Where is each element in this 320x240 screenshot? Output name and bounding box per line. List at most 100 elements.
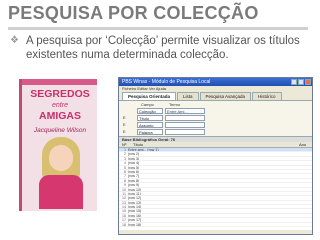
row-number: 3 — [124, 156, 126, 161]
row-year — [298, 179, 312, 182]
row-year — [298, 148, 312, 151]
cover-title: SEGREDOS entre AMIGAS — [24, 89, 96, 122]
search-row: E Título — [123, 115, 205, 121]
search-term-input[interactable] — [165, 129, 205, 135]
search-field-select[interactable]: Título — [137, 115, 163, 121]
cover-title-main: SEGREDOS — [30, 88, 90, 100]
search-panel: Campo Termo Colecção Entre Ami... E Títu… — [119, 100, 312, 136]
row-number: 1 — [124, 148, 126, 152]
search-field-select[interactable]: Palavra — [137, 129, 163, 135]
row-number: 16 — [122, 213, 126, 218]
row-title: (row 5) — [128, 165, 140, 169]
row-number: 11 — [122, 191, 126, 196]
row-year — [298, 174, 312, 177]
bullet-icon: ❖ — [10, 35, 19, 46]
row-title: (row 13) — [128, 200, 142, 205]
row-number: 4 — [124, 161, 126, 166]
app-window: PBS Winas - Módulo de Pesquisa Local Fic… — [118, 77, 313, 235]
bullet-point: ❖ A pesquisa por ‘Colecção’ permite visu… — [10, 34, 314, 62]
search-row-operator[interactable]: E — [123, 122, 135, 128]
tab-lista[interactable]: Lista — [177, 92, 199, 100]
bullet-text: A pesquisa por ‘Colecção’ permite visual… — [26, 35, 300, 61]
table-row[interactable]: 18 (row 18) — [119, 222, 312, 228]
row-title: (row 11) — [128, 191, 141, 196]
row-year — [298, 201, 312, 204]
row-title: (row 4) — [128, 161, 140, 165]
tab-pesquisa-avancada[interactable]: Pesquisa Avançada — [199, 92, 251, 100]
row-number: 5 — [124, 165, 126, 170]
row-number: 17 — [122, 218, 126, 223]
cover-title-second: AMIGAS — [39, 110, 81, 122]
row-year — [298, 205, 312, 208]
row-year — [298, 152, 312, 155]
book-cover: SEGREDOS entre AMIGAS Jacqueline Wilson — [19, 79, 97, 211]
maximize-icon[interactable] — [298, 79, 304, 85]
row-title: (row 7) — [128, 174, 140, 178]
row-number: 2 — [124, 152, 126, 157]
window-title: PBS Winas - Módulo de Pesquisa Local — [122, 79, 211, 85]
field-header: Campo — [141, 102, 154, 107]
tab-pesquisa-orientada[interactable]: Pesquisa Orientada — [122, 92, 177, 100]
row-number: 13 — [122, 200, 126, 205]
window-titlebar: PBS Winas - Módulo de Pesquisa Local — [119, 78, 312, 86]
row-title: (row 15) — [128, 209, 142, 213]
row-title: (row 6) — [128, 169, 140, 174]
row-year — [298, 161, 312, 164]
column-title[interactable]: Título — [130, 142, 296, 147]
row-year — [298, 196, 312, 199]
search-term-input[interactable] — [165, 122, 205, 128]
row-number: 14 — [122, 205, 126, 210]
search-field-select[interactable]: Assunto — [137, 122, 163, 128]
search-field-select[interactable]: Colecção — [137, 108, 163, 114]
cover-author: Jacqueline Wilson — [33, 127, 87, 134]
search-row: Colecção Entre Ami... — [123, 108, 205, 114]
search-row: E Assunto — [123, 122, 205, 128]
row-title: (row 10) — [128, 187, 142, 191]
row-title: (row 2) — [128, 152, 140, 156]
row-number: 18 — [122, 222, 126, 227]
row-title: (row 18) — [128, 222, 142, 227]
search-row-operator — [123, 108, 135, 114]
row-year — [298, 214, 312, 217]
slide-title: PESQUISA POR COLECÇÃO — [8, 3, 259, 23]
illustration-body — [39, 175, 83, 209]
tab-bar: Pesquisa Orientada Lista Pesquisa Avança… — [119, 92, 312, 100]
row-number: 7 — [124, 174, 126, 179]
illustration-face — [49, 145, 73, 171]
row-number: 12 — [122, 196, 126, 201]
row-year — [298, 183, 312, 186]
cover-band — [22, 79, 97, 85]
search-term-input[interactable] — [165, 115, 205, 121]
row-year — [298, 170, 312, 173]
row-title: (row 3) — [128, 156, 140, 161]
row-year — [298, 192, 312, 195]
row-title: (row 8) — [128, 178, 140, 183]
row-year — [298, 188, 312, 191]
row-year — [298, 157, 312, 160]
tab-historico[interactable]: Histórico — [252, 92, 282, 100]
search-row-operator[interactable]: E — [123, 129, 135, 135]
row-year — [298, 223, 312, 226]
row-title: (row 12) — [128, 196, 142, 200]
search-row-operator[interactable]: E — [123, 115, 135, 121]
row-year — [298, 209, 312, 212]
close-icon[interactable] — [305, 79, 311, 85]
title-divider — [8, 27, 308, 30]
row-title: Entre ami... (row 1) — [128, 148, 159, 152]
row-title: (row 17) — [128, 218, 142, 222]
row-title: (row 16) — [128, 213, 142, 218]
column-year[interactable]: Ano — [296, 142, 312, 147]
term-header: Termo — [169, 102, 181, 107]
row-number: 8 — [124, 178, 126, 183]
row-number: 10 — [122, 187, 126, 192]
results-list: 1 Entre ami... (row 1) 2 (row 2) 3 (row 3) 4 (r… — [119, 148, 312, 230]
row-year — [298, 218, 312, 221]
row-number: 6 — [124, 169, 126, 174]
row-year — [298, 166, 312, 169]
column-number[interactable]: Nº — [119, 142, 130, 147]
row-title: (row 14) — [128, 205, 142, 209]
row-number: 15 — [122, 209, 126, 214]
search-term-input[interactable]: Entre Ami... — [165, 108, 205, 114]
row-title: (row 9) — [128, 183, 140, 187]
minimize-icon[interactable] — [291, 79, 297, 85]
